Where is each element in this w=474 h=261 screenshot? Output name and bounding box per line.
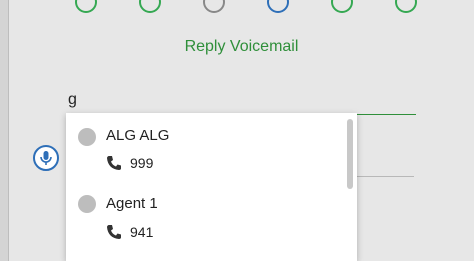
microphone-icon xyxy=(40,151,52,165)
contact-name: Agent 1 xyxy=(106,195,158,212)
action-icon[interactable] xyxy=(267,0,289,13)
action-icon[interactable] xyxy=(75,0,97,13)
contact-suggestions-dropdown: ALG ALG 999 Agent 1 941 xyxy=(66,113,357,261)
suggestion-item[interactable]: Agent 1 941 xyxy=(66,183,343,253)
recipient-input[interactable] xyxy=(66,86,416,115)
phone-icon xyxy=(107,225,121,239)
window-left-border xyxy=(0,0,9,261)
suggestion-item[interactable]: ALG ALG 999 xyxy=(66,113,343,183)
action-icon[interactable] xyxy=(395,0,417,13)
action-icon[interactable] xyxy=(139,0,161,13)
presence-status-dot xyxy=(78,195,96,213)
action-icon[interactable] xyxy=(203,0,225,13)
contact-extension: 941 xyxy=(130,224,154,240)
top-action-icons xyxy=(9,0,474,13)
contact-extension: 999 xyxy=(130,155,154,171)
contact-name: ALG ALG xyxy=(106,127,170,144)
phone-icon xyxy=(107,156,121,170)
page-title: Reply Voicemail xyxy=(184,38,299,55)
presence-status-dot xyxy=(78,128,96,146)
action-icon[interactable] xyxy=(331,0,353,13)
scrollbar-thumb[interactable] xyxy=(347,119,353,189)
record-button[interactable] xyxy=(33,145,59,171)
